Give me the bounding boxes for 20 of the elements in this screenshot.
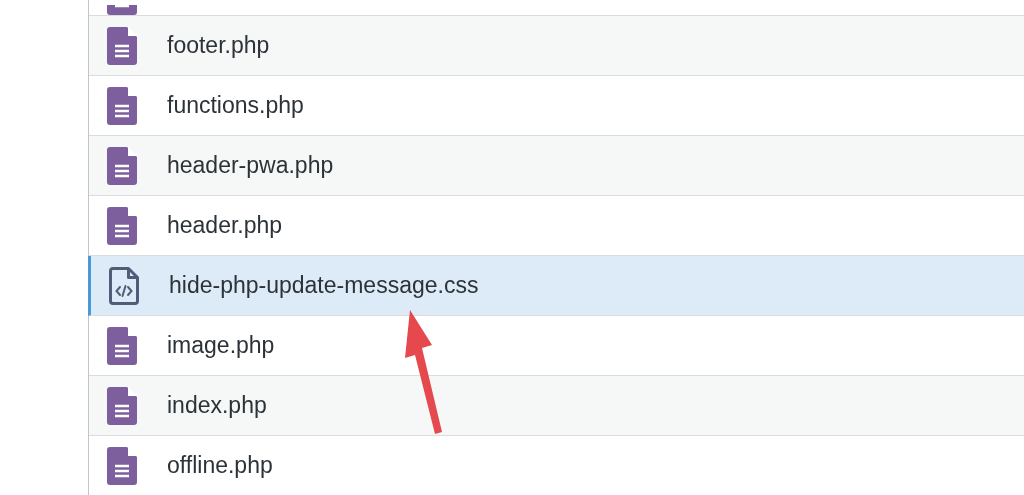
document-icon bbox=[107, 326, 137, 365]
code-file-icon bbox=[109, 266, 139, 305]
file-name: index.php bbox=[167, 391, 267, 421]
document-icon bbox=[107, 206, 137, 245]
file-name: hide-php-update-message.css bbox=[169, 271, 479, 301]
file-row[interactable]: footer.php bbox=[89, 16, 1024, 76]
document-icon bbox=[107, 86, 137, 125]
document-icon bbox=[107, 26, 137, 65]
document-icon bbox=[107, 386, 137, 425]
file-name: footer.php bbox=[167, 31, 270, 61]
file-name: header.php bbox=[167, 211, 283, 241]
file-row[interactable]: hide-php-update-message.css bbox=[88, 256, 1024, 316]
file-row[interactable]: index.php bbox=[89, 376, 1024, 436]
file-name: offline.php bbox=[167, 451, 273, 481]
file-name: functions.php bbox=[167, 91, 304, 121]
document-icon bbox=[107, 446, 137, 485]
file-name: header-pwa.php bbox=[167, 151, 334, 181]
document-icon bbox=[107, 146, 137, 185]
file-row[interactable]: header-pwa.php bbox=[89, 136, 1024, 196]
file-name: image.php bbox=[167, 331, 275, 361]
